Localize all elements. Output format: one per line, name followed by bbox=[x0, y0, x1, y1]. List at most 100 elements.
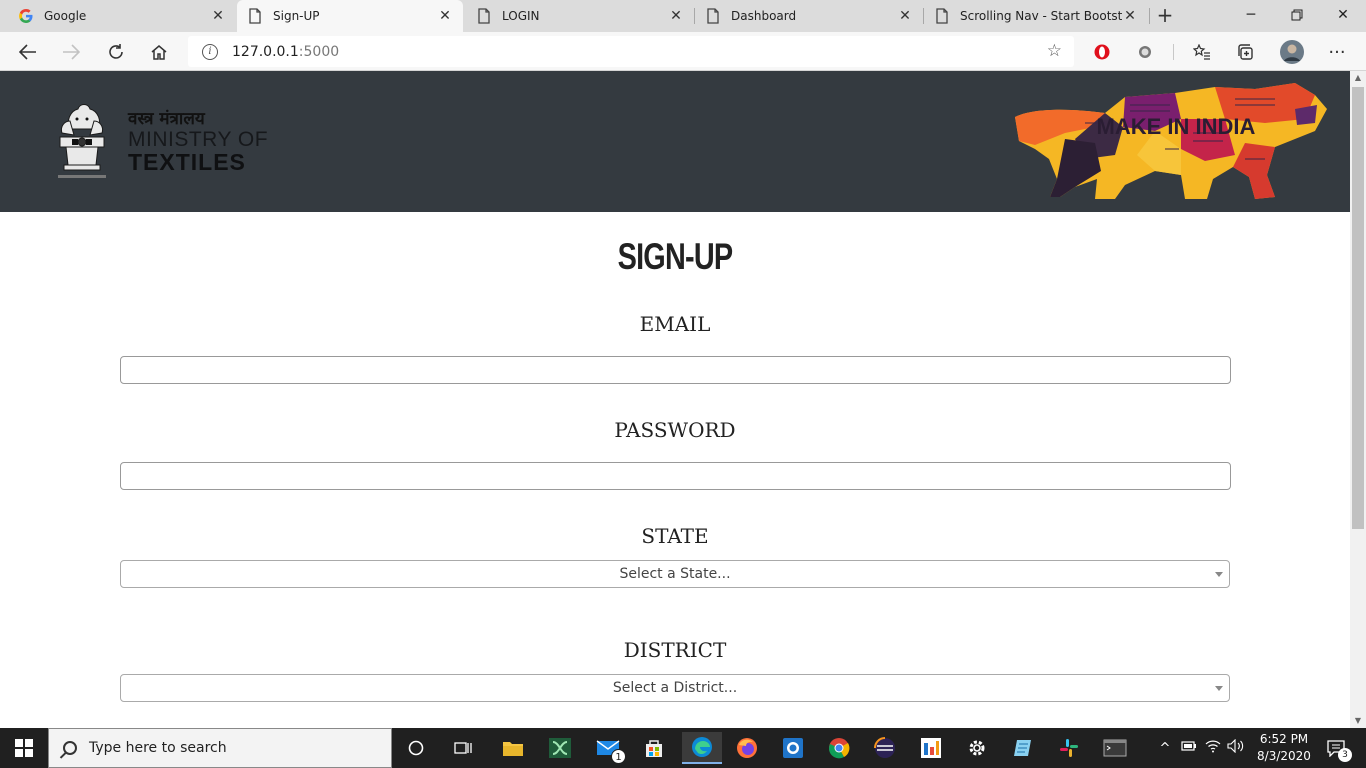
close-icon[interactable]: ✕ bbox=[668, 8, 684, 24]
district-select-placeholder: Select a District... bbox=[612, 680, 738, 696]
email-label: EMAIL bbox=[639, 312, 711, 336]
tab-separator bbox=[1149, 8, 1150, 24]
browser-tab-strip: Google ✕ Sign-UP ✕ LOGIN ✕ Dashboard ✕ S… bbox=[0, 0, 1366, 32]
state-select-placeholder: Select a State... bbox=[619, 566, 731, 582]
taskbar-search-box[interactable]: Type here to search bbox=[48, 728, 392, 768]
page-icon bbox=[476, 8, 492, 24]
edge-browser-icon[interactable] bbox=[682, 732, 722, 764]
settings-gear-icon[interactable] bbox=[961, 732, 993, 764]
volume-icon[interactable] bbox=[1227, 738, 1245, 757]
close-window-button[interactable]: ✕ bbox=[1320, 0, 1366, 32]
profile-avatar[interactable] bbox=[1278, 38, 1306, 66]
slack-icon[interactable] bbox=[1053, 732, 1085, 764]
national-emblem-logo bbox=[58, 104, 106, 178]
make-in-india-text: MAKE IN INDIA bbox=[1096, 114, 1256, 139]
refresh-button[interactable] bbox=[102, 38, 130, 66]
password-field[interactable] bbox=[120, 462, 1231, 490]
mail-icon[interactable]: 1 bbox=[592, 732, 626, 764]
windows-taskbar: Type here to search 1 ^ 6:52 PM 8/3/2020… bbox=[0, 728, 1366, 768]
ministry-hindi-text: वस्त्र मंत्रालय bbox=[128, 109, 205, 129]
district-select[interactable]: Select a District... bbox=[120, 674, 1230, 702]
favorite-star-icon[interactable]: ☆ bbox=[1047, 41, 1062, 61]
address-bar[interactable]: i 127.0.0.1:5000 ☆ bbox=[188, 36, 1074, 67]
system-tray: ^ bbox=[1157, 728, 1245, 768]
chrome-icon[interactable] bbox=[823, 732, 855, 764]
forward-button[interactable] bbox=[57, 38, 85, 66]
favorites-icon[interactable] bbox=[1188, 38, 1216, 66]
close-icon[interactable]: ✕ bbox=[210, 8, 226, 24]
close-icon[interactable]: ✕ bbox=[897, 8, 913, 24]
home-button[interactable] bbox=[145, 38, 173, 66]
collections-icon[interactable] bbox=[1232, 38, 1260, 66]
more-menu-icon[interactable]: ··· bbox=[1323, 38, 1351, 66]
tab-google[interactable]: Google ✕ bbox=[8, 0, 236, 32]
signup-form: SIGN-UP EMAIL PASSWORD STATE Select a St… bbox=[0, 212, 1350, 728]
state-select[interactable]: Select a State... bbox=[120, 560, 1230, 588]
notification-badge: 3 bbox=[1338, 748, 1352, 762]
tab-title: Google bbox=[44, 9, 87, 23]
back-button[interactable] bbox=[14, 38, 42, 66]
extension-icon[interactable] bbox=[1131, 38, 1159, 66]
search-icon bbox=[63, 741, 77, 755]
github-desktop-icon[interactable] bbox=[777, 732, 809, 764]
file-explorer-icon[interactable] bbox=[497, 732, 529, 764]
eclipse-icon[interactable] bbox=[869, 732, 901, 764]
url-text: 127.0.0.1:5000 bbox=[232, 44, 339, 60]
info-icon[interactable]: i bbox=[202, 43, 218, 60]
wifi-icon[interactable] bbox=[1205, 739, 1221, 757]
toolbar-divider bbox=[1173, 44, 1174, 60]
browser-toolbar: i 127.0.0.1:5000 ☆ ··· bbox=[0, 32, 1366, 71]
notifications-icon[interactable]: 3 bbox=[1320, 732, 1352, 764]
opera-icon[interactable] bbox=[1088, 38, 1116, 66]
google-icon bbox=[18, 8, 34, 24]
district-label: DISTRICT bbox=[623, 638, 727, 662]
close-icon[interactable]: ✕ bbox=[1122, 8, 1138, 24]
page-title: SIGN-UP bbox=[617, 236, 734, 277]
task-view-icon[interactable] bbox=[447, 732, 479, 764]
start-button[interactable] bbox=[0, 728, 48, 768]
state-label: STATE bbox=[641, 524, 709, 548]
page-icon bbox=[934, 8, 950, 24]
mail-badge: 1 bbox=[611, 749, 626, 764]
tab-login[interactable]: LOGIN ✕ bbox=[466, 0, 694, 32]
url-port: :5000 bbox=[298, 43, 340, 60]
close-icon[interactable]: ✕ bbox=[437, 8, 453, 24]
tab-title: Scrolling Nav - Start Bootstrap bbox=[960, 9, 1122, 23]
battery-icon[interactable] bbox=[1181, 740, 1197, 756]
cortana-icon[interactable] bbox=[400, 732, 432, 764]
clock-date: 8/3/2020 bbox=[1257, 749, 1311, 763]
ministry-line1: MINISTRY OF bbox=[128, 128, 269, 151]
tab-sign-up[interactable]: Sign-UP ✕ bbox=[237, 0, 463, 32]
site-header: वस्त्र मंत्रालय MINISTRY OF TEXTILES MAK… bbox=[0, 71, 1350, 212]
search-placeholder: Type here to search bbox=[89, 740, 227, 756]
tab-title: LOGIN bbox=[502, 9, 540, 23]
tab-scrolling-nav[interactable]: Scrolling Nav - Start Bootstrap ✕ bbox=[924, 0, 1148, 32]
password-label: PASSWORD bbox=[614, 418, 736, 442]
email-field[interactable] bbox=[120, 356, 1231, 384]
scroll-down-arrow-icon[interactable]: ▼ bbox=[1350, 714, 1366, 728]
ministry-of-textiles-logo: वस्त्र मंत्रालय MINISTRY OF TEXTILES bbox=[128, 109, 269, 175]
minimize-button[interactable]: ─ bbox=[1228, 0, 1274, 32]
charts-app-icon[interactable] bbox=[915, 732, 947, 764]
system-clock[interactable]: 6:52 PM 8/3/2020 bbox=[1254, 731, 1314, 765]
ministry-line2: TEXTILES bbox=[128, 149, 246, 175]
new-tab-button[interactable]: + bbox=[1153, 4, 1177, 28]
clock-time: 6:52 PM bbox=[1259, 732, 1309, 746]
scroll-up-arrow-icon[interactable]: ▲ bbox=[1350, 71, 1366, 85]
chevron-up-icon[interactable]: ^ bbox=[1157, 741, 1173, 756]
windows-logo-icon bbox=[15, 739, 33, 757]
restore-button[interactable] bbox=[1274, 0, 1320, 32]
scroll-thumb[interactable] bbox=[1352, 87, 1364, 529]
firefox-icon[interactable] bbox=[731, 732, 763, 764]
terminal-icon[interactable] bbox=[1099, 732, 1131, 764]
make-in-india-lion-logo bbox=[1015, 83, 1327, 199]
tab-dashboard[interactable]: Dashboard ✕ bbox=[695, 0, 923, 32]
tab-title: Dashboard bbox=[731, 9, 797, 23]
dropdown-arrow-icon bbox=[1215, 686, 1223, 691]
app-green-icon[interactable] bbox=[544, 732, 576, 764]
store-icon[interactable] bbox=[638, 732, 670, 764]
page-scrollbar[interactable]: ▲ ▼ bbox=[1350, 71, 1366, 728]
tab-title: Sign-UP bbox=[273, 9, 320, 23]
dropdown-arrow-icon bbox=[1215, 572, 1223, 577]
notepad-app-icon[interactable] bbox=[1007, 732, 1039, 764]
